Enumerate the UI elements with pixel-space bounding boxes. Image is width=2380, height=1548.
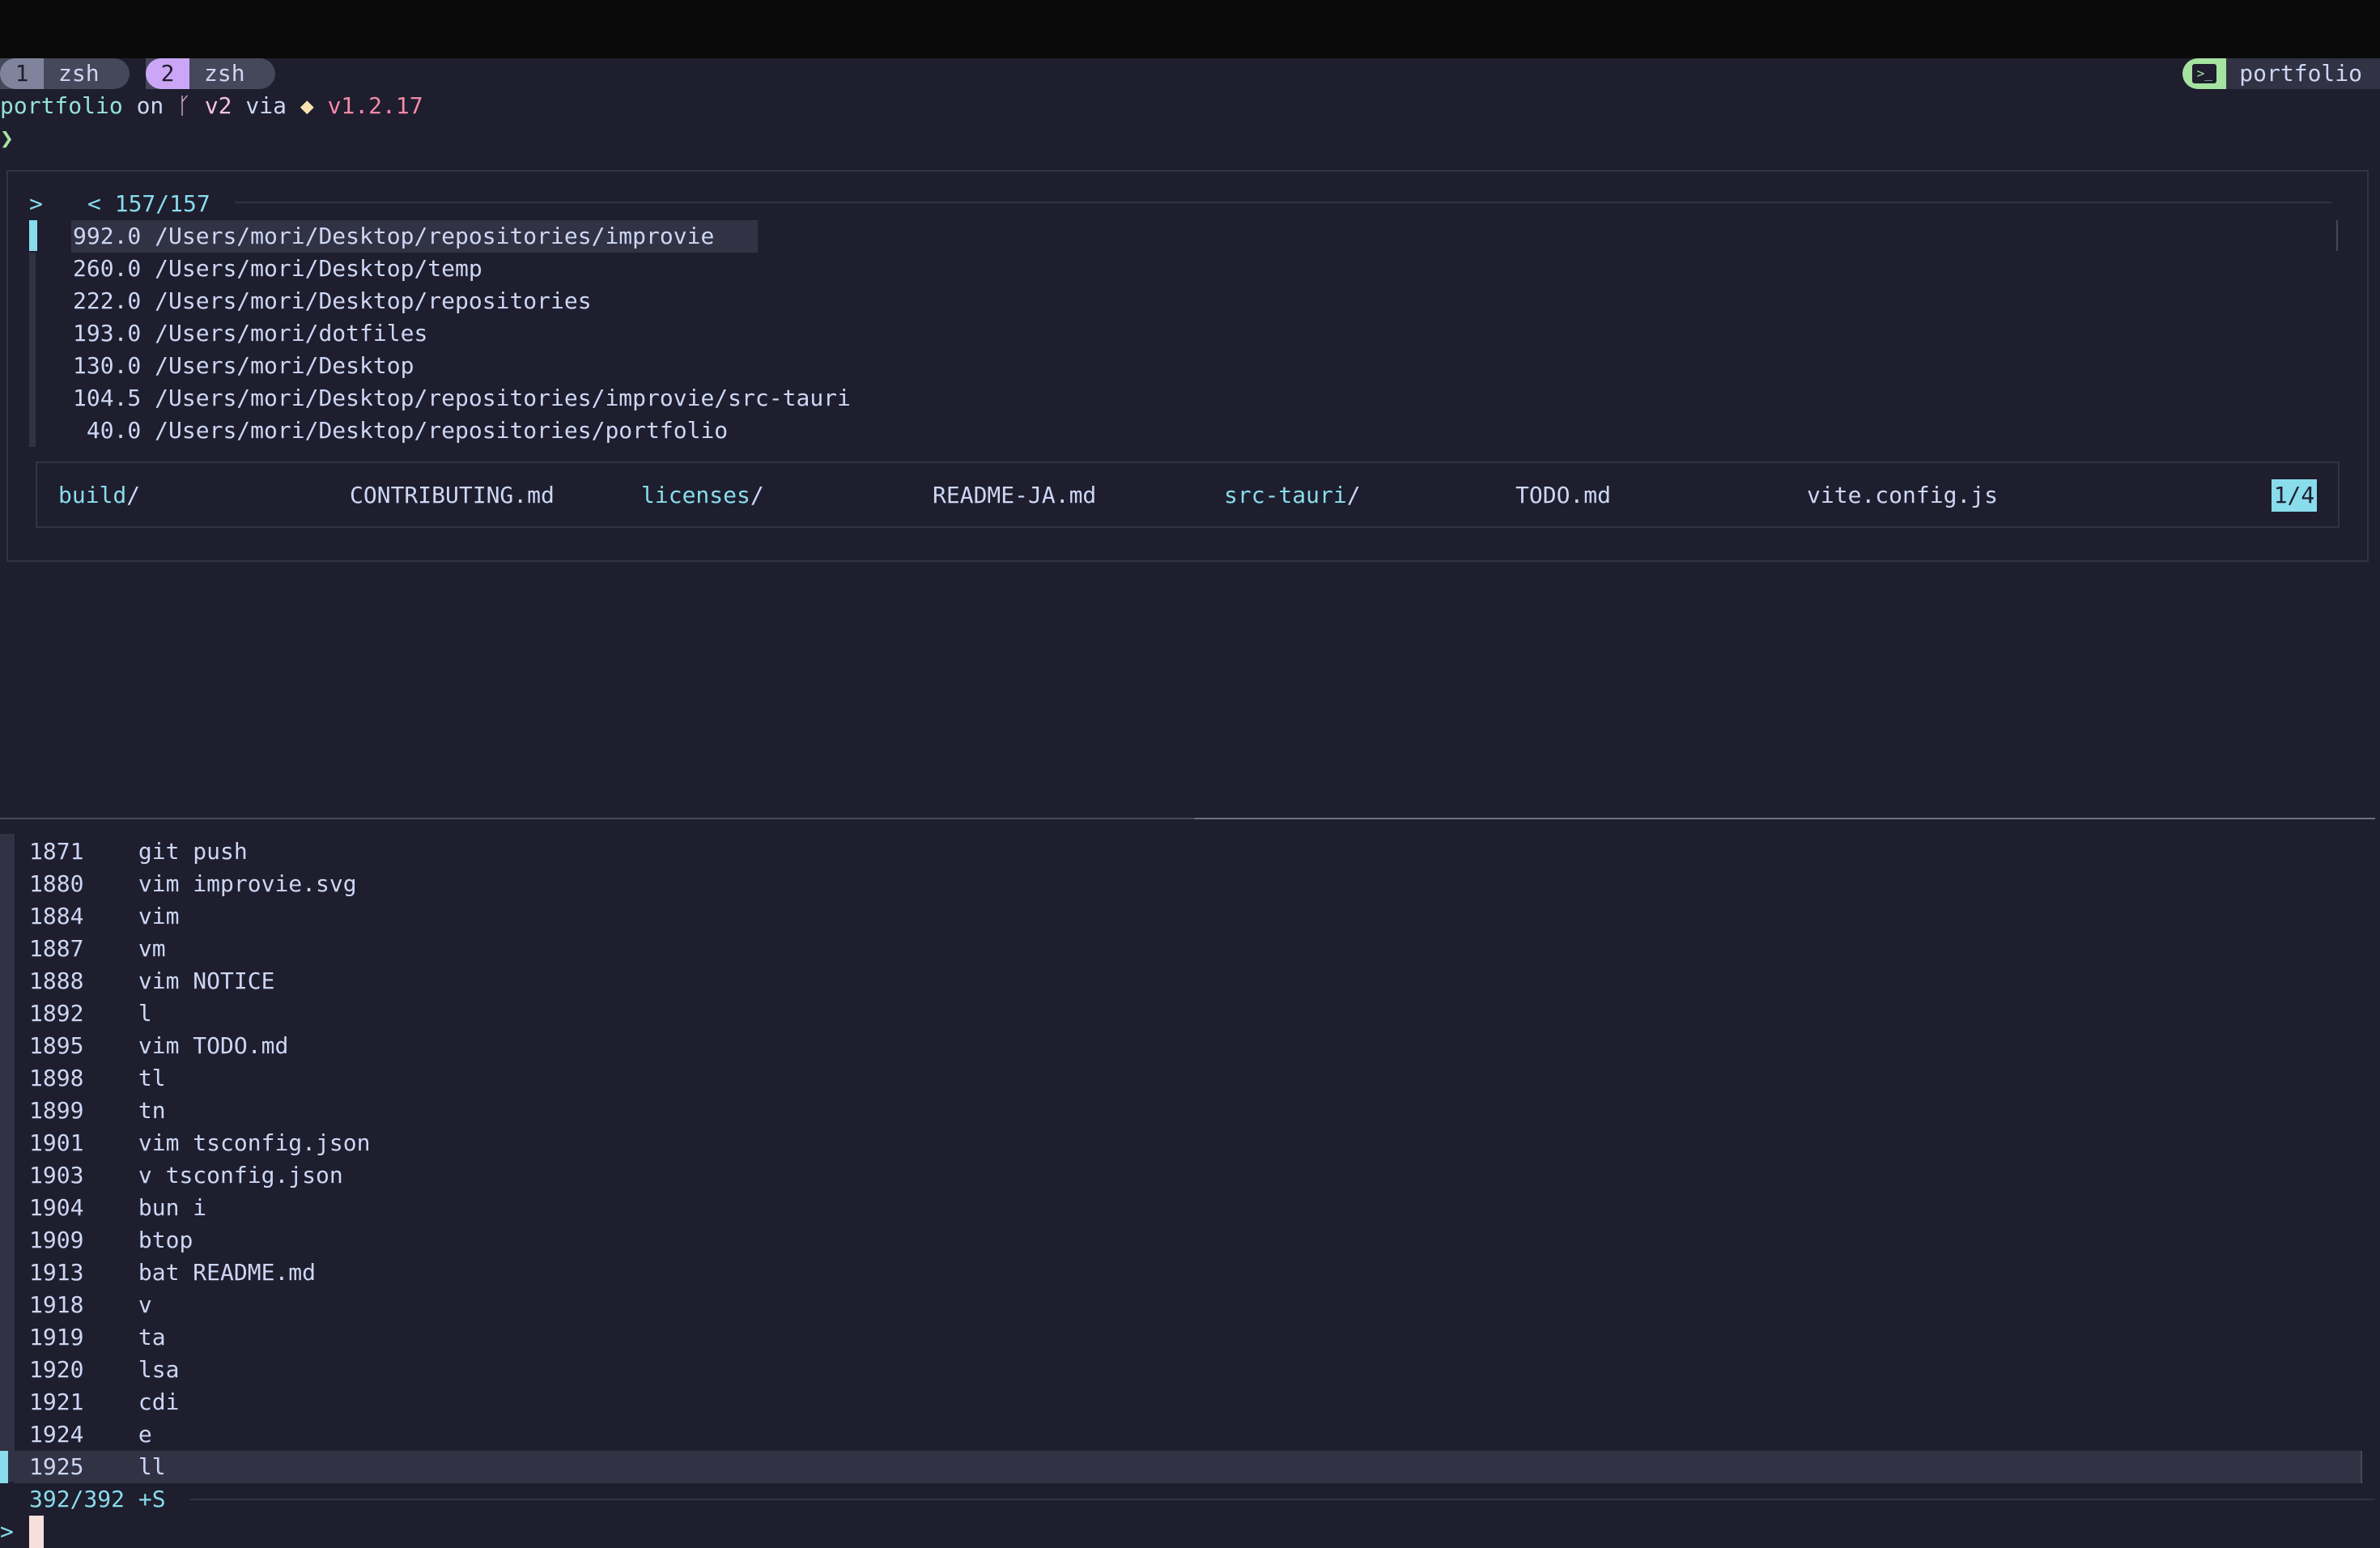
preview-item-src-tauri: src-tauri/ — [1224, 482, 1361, 508]
entry-path: /Users/mori/Desktop/repositories/improvi… — [155, 385, 851, 411]
prompt-symbol: ❯ — [0, 125, 14, 151]
history-entry[interactable]: 1921 cdi — [29, 1386, 179, 1418]
history-entry[interactable]: 1884 vim — [29, 900, 179, 933]
prompt-on: on — [136, 92, 164, 119]
zoxide-entry[interactable]: 130.0 /Users/mori/Desktop — [73, 350, 414, 382]
history-entry[interactable]: 1920 lsa — [29, 1354, 179, 1386]
picker-gutter — [29, 253, 36, 447]
history-entry[interactable]: 1899 tn — [29, 1095, 166, 1127]
entry-path: /Users/mori/Desktop/temp — [155, 255, 482, 282]
tab-label: zsh — [58, 60, 100, 87]
history-entry[interactable]: 1888 vim NOTICE — [29, 965, 274, 997]
terminal-icon: >_ — [2182, 58, 2227, 89]
picker-prompt-symbol: > — [29, 190, 43, 217]
entry-path: /Users/mori/dotfiles — [155, 320, 428, 347]
history-entry[interactable]: 1924 e — [29, 1418, 152, 1451]
history-entry[interactable]: 1904 bun i — [29, 1192, 206, 1224]
tab-label: zsh — [204, 60, 245, 87]
history-entry[interactable]: 1871 git push — [29, 836, 248, 868]
zoxide-entry[interactable]: 260.0 /Users/mori/Desktop/temp — [73, 253, 482, 285]
entry-path: /Users/mori/Desktop/repositories — [155, 287, 592, 314]
tab-number: 1 — [0, 58, 44, 89]
picker-separator — [235, 202, 2331, 203]
zoxide-entry[interactable]: 222.0 /Users/mori/Desktop/repositories — [73, 285, 592, 317]
preview-item-vite-config: vite.config.js — [1807, 482, 1999, 508]
picker-scrollbar[interactable] — [2336, 220, 2338, 251]
bun-icon: ◆ — [300, 92, 314, 119]
entry-score: 992.0 — [73, 223, 142, 249]
zoxide-entry[interactable]: 40.0 /Users/mori/Desktop/repositories/po… — [73, 415, 728, 447]
prompt-via: via — [245, 92, 287, 119]
history-entry[interactable]: 1880 vim improvie.svg — [29, 868, 357, 900]
history-cursor — [0, 1451, 8, 1483]
history-entry[interactable]: 1903 v tsconfig.json — [29, 1159, 343, 1192]
entry-score: 193.0 — [73, 320, 142, 347]
preview-page-indicator: 1/4 — [2272, 479, 2317, 512]
session-name: portfolio — [2226, 58, 2380, 89]
preview-item-build: build/ — [58, 482, 141, 508]
history-entry[interactable]: 1919 ta — [29, 1321, 166, 1354]
history-entry[interactable]: 1909 btop — [29, 1224, 193, 1257]
entry-score: 104.5 — [73, 385, 142, 411]
zoxide-entry[interactable]: 104.5 /Users/mori/Desktop/repositories/i… — [73, 382, 851, 415]
history-match-count: 392/392 +S — [29, 1486, 166, 1512]
picker-match-count: < 157/157 — [87, 190, 210, 217]
zoxide-entry[interactable]: 992.0 /Users/mori/Desktop/repositories/i… — [73, 220, 714, 253]
entry-score: 260.0 — [73, 255, 142, 282]
history-entry[interactable]: 1918 v — [29, 1289, 152, 1321]
text-cursor[interactable] — [29, 1516, 44, 1548]
history-entry[interactable]: 1898 tl — [29, 1062, 166, 1095]
git-branch: v2 — [204, 92, 232, 119]
entry-score: 40.0 — [73, 417, 142, 444]
runtime-version: v1.2.17 — [327, 92, 423, 119]
entry-path: /Users/mori/Desktop/repositories/improvi… — [155, 223, 715, 249]
shell-prompt: portfolio on ᚴ v2 via ◆ v1.2.17 — [0, 90, 423, 122]
git-branch-icon: ᚴ — [177, 92, 191, 119]
tab-2[interactable]: 2 zsh — [146, 58, 275, 89]
preview-item-todo: TODO.md — [1515, 482, 1612, 508]
history-entry[interactable]: 1913 bat README.md — [29, 1257, 316, 1289]
history-entry-selected[interactable]: 1925 ll — [29, 1451, 166, 1483]
pane-divider-active — [1195, 818, 2375, 819]
preview-item-contributing: CONTRIBUTING.md — [350, 482, 555, 508]
window-titlebar — [0, 0, 2380, 58]
session-indicator: >_ portfolio — [2182, 58, 2380, 89]
entry-path: /Users/mori/Desktop/repositories/portfol… — [155, 417, 729, 444]
tab-number: 2 — [146, 58, 189, 89]
entry-score: 222.0 — [73, 287, 142, 314]
history-selected-highlight — [15, 1451, 2362, 1483]
history-prompt-symbol: > — [0, 1518, 14, 1545]
entry-path: /Users/mori/Desktop — [155, 352, 414, 379]
preview-item-licenses: licenses/ — [641, 482, 764, 508]
preview-item-readme-ja: README-JA.md — [933, 482, 1097, 508]
tab-1[interactable]: 1 zsh — [0, 58, 130, 89]
history-entry[interactable]: 1901 vim tsconfig.json — [29, 1127, 370, 1159]
history-separator — [189, 1499, 2375, 1500]
prompt-directory: portfolio — [0, 92, 123, 119]
zoxide-entry[interactable]: 193.0 /Users/mori/dotfiles — [73, 317, 427, 350]
entry-score: 130.0 — [73, 352, 142, 379]
picker-cursor — [29, 220, 37, 251]
history-scrollbar[interactable] — [2361, 1451, 2362, 1483]
history-entry[interactable]: 1895 vim TODO.md — [29, 1030, 288, 1062]
history-entry[interactable]: 1887 vm — [29, 933, 166, 965]
history-gutter — [0, 834, 15, 1482]
history-entry[interactable]: 1892 l — [29, 997, 152, 1030]
